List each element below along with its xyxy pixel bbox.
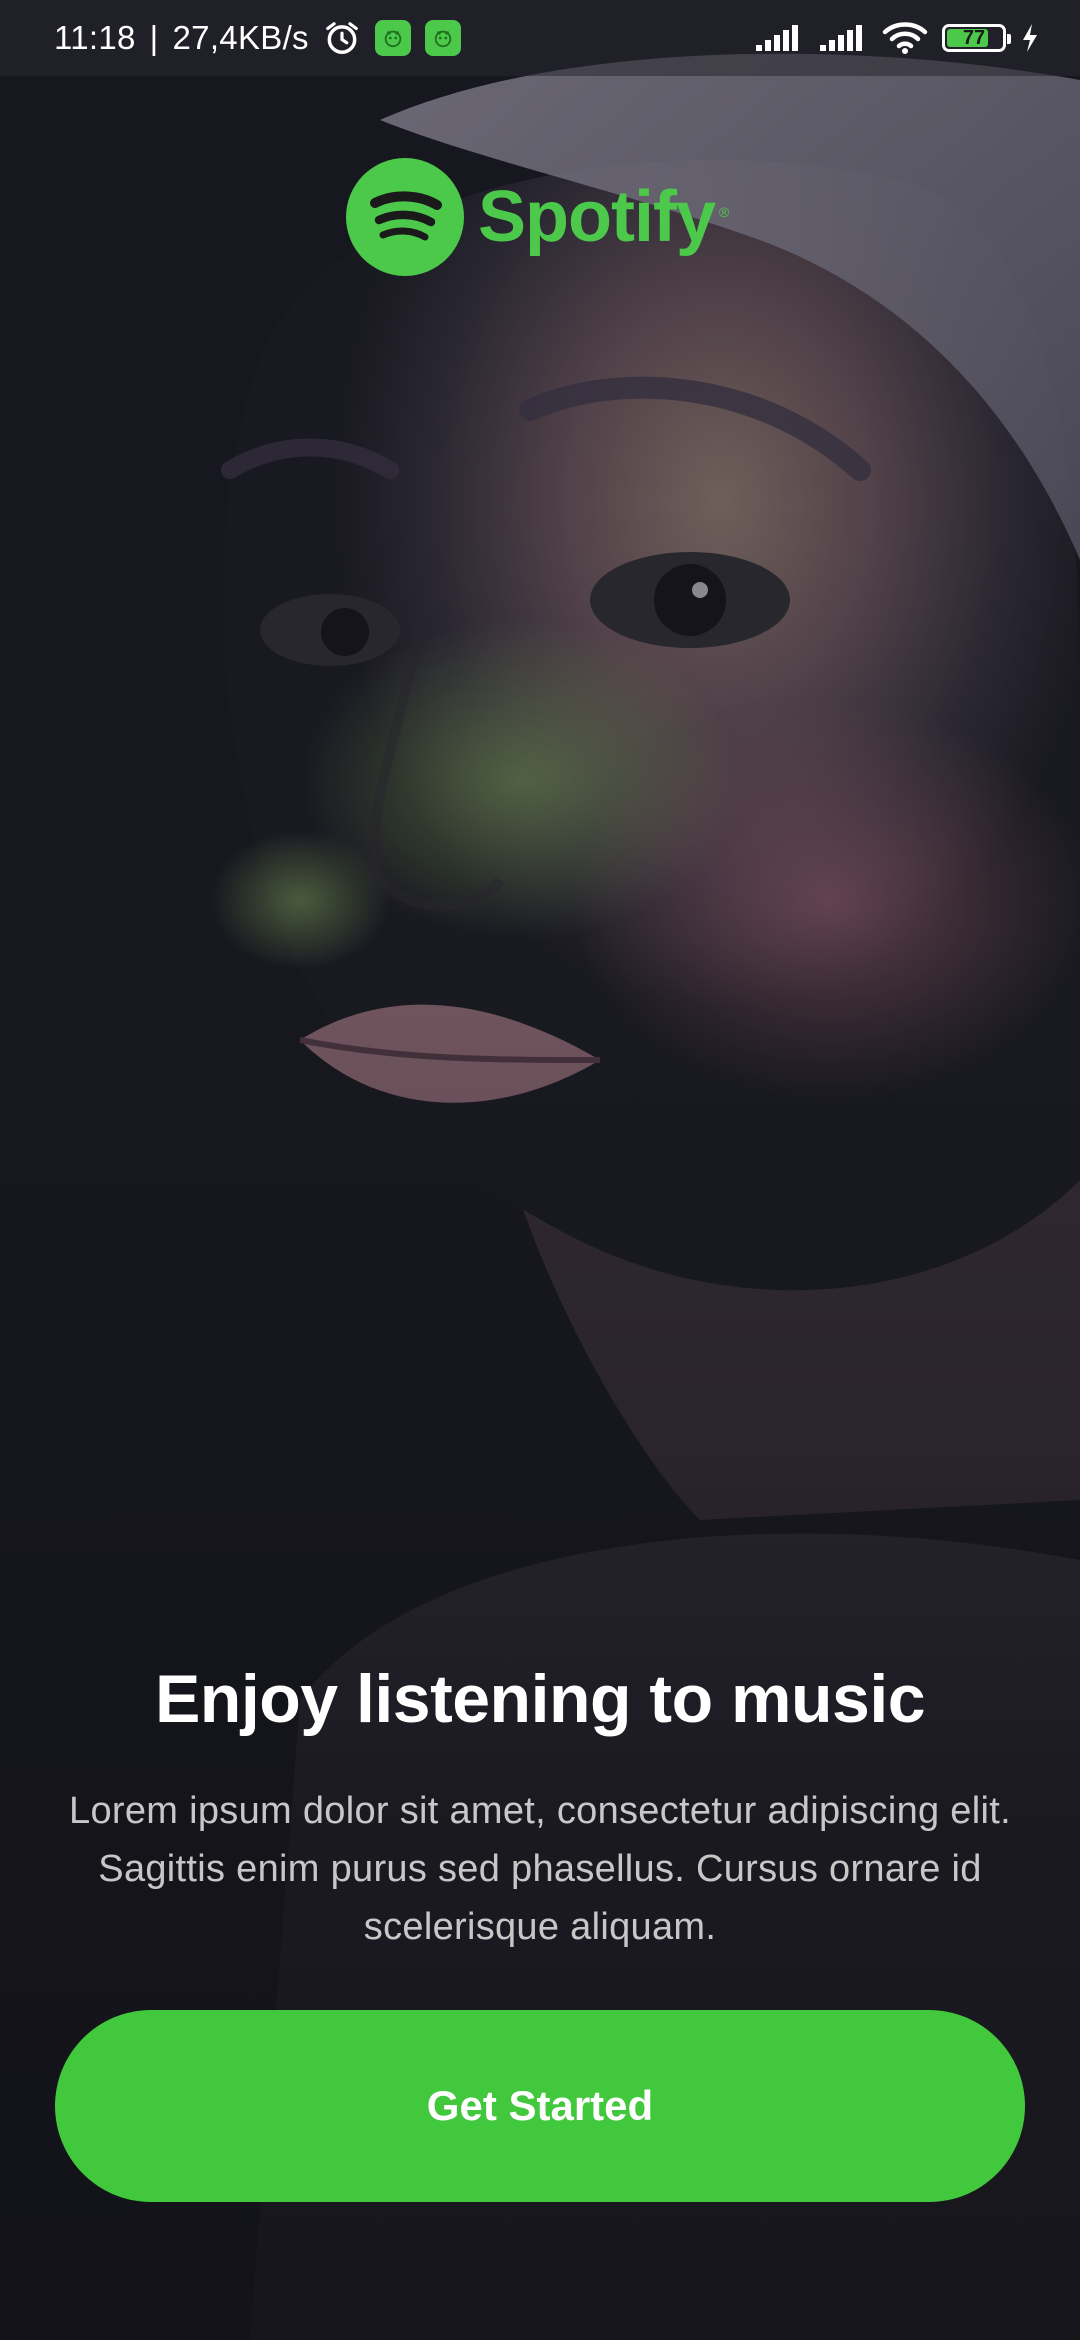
status-bar-right: 77 <box>754 21 1040 55</box>
onboarding-description: Lorem ipsum dolor sit amet, consectetur … <box>69 1790 1011 1948</box>
signal-icon <box>818 23 868 53</box>
status-separator: | <box>149 19 159 56</box>
battery-icon: 77 <box>942 24 1011 52</box>
signal-icon <box>754 23 804 53</box>
charging-icon <box>1020 23 1040 53</box>
spotify-logo-icon <box>346 158 464 276</box>
onboarding-headline: Enjoy listening to music <box>154 1661 926 1737</box>
status-bar-left: 11:18 | 27,4KB/s <box>54 19 461 57</box>
battery-level: 77 <box>962 27 986 49</box>
status-time: 11:18 <box>54 19 136 56</box>
app-badge-icon <box>424 20 461 56</box>
alarm-icon <box>323 19 361 57</box>
spotify-wordmark: Spotify <box>478 177 716 257</box>
background-overlay <box>0 0 1080 2340</box>
get-started-button[interactable]: Get Started <box>55 2010 1025 2202</box>
wifi-icon <box>882 21 928 55</box>
app-badge-icon <box>374 20 411 56</box>
registered-mark: ® <box>718 204 730 220</box>
onboarding-screen: 11:18 | 27,4KB/s 77 Spotify ® Enjoy list… <box>0 0 1080 2340</box>
status-bar: 11:18 | 27,4KB/s 77 <box>0 0 1080 76</box>
network-speed: 27,4KB/s <box>172 19 309 56</box>
spotify-logo: Spotify ® <box>346 158 729 276</box>
